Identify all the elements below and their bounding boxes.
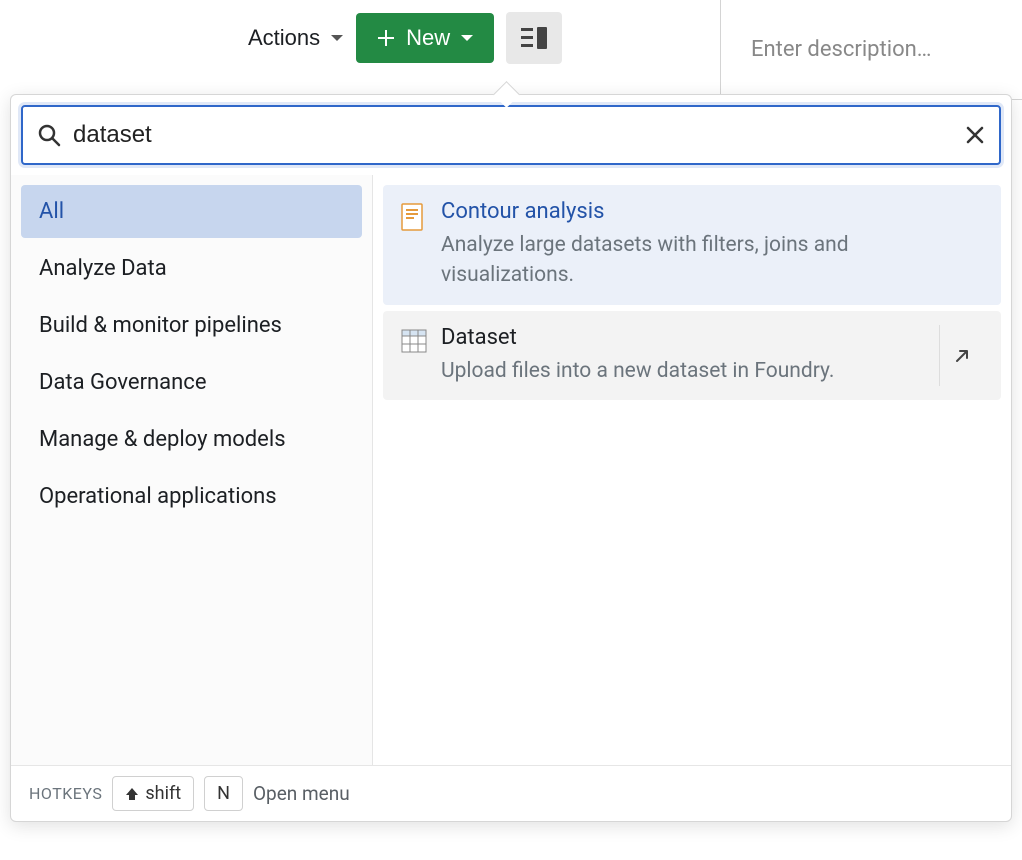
footer-hotkeys: HOTKEYS shift N Open menu [11, 765, 1011, 821]
n-key: N [204, 776, 243, 811]
arrow-up-icon [125, 787, 139, 801]
category-analyze-data[interactable]: Analyze Data [21, 242, 362, 295]
plus-icon [376, 28, 396, 48]
caret-down-icon [330, 33, 344, 43]
table-icon [401, 329, 425, 353]
category-operational-applications[interactable]: Operational applications [21, 470, 362, 523]
panel-layout-toggle[interactable] [506, 12, 562, 64]
category-list: All Analyze Data Build & monitor pipelin… [11, 175, 373, 765]
result-title: Contour analysis [441, 199, 983, 224]
results-list: Contour analysis Analyze large datasets … [373, 175, 1011, 765]
category-data-governance[interactable]: Data Governance [21, 356, 362, 409]
result-description: Analyze large datasets with filters, joi… [441, 230, 983, 291]
open-in-new-button[interactable] [939, 325, 983, 386]
shift-key: shift [112, 776, 194, 811]
new-label: New [406, 25, 450, 51]
document-icon [401, 203, 425, 227]
arrow-up-right-icon [953, 347, 971, 365]
new-menu-popover: All Analyze Data Build & monitor pipelin… [10, 94, 1012, 822]
result-description: Upload files into a new dataset in Found… [441, 356, 923, 386]
close-icon [965, 125, 985, 145]
search-box[interactable] [21, 105, 1001, 165]
result-dataset[interactable]: Dataset Upload files into a new dataset … [383, 311, 1001, 400]
actions-label: Actions [248, 25, 320, 51]
new-button[interactable]: New [356, 13, 494, 63]
panel-layout-icon [521, 26, 547, 50]
hotkeys-label: HOTKEYS [29, 784, 102, 803]
search-icon [37, 123, 61, 147]
result-title: Dataset [441, 325, 923, 350]
clear-search-button[interactable] [965, 125, 985, 145]
category-build-monitor-pipelines[interactable]: Build & monitor pipelines [21, 299, 362, 352]
category-manage-deploy-models[interactable]: Manage & deploy models [21, 413, 362, 466]
result-contour-analysis[interactable]: Contour analysis Analyze large datasets … [383, 185, 1001, 305]
category-all[interactable]: All [21, 185, 362, 238]
caret-down-icon [460, 33, 474, 43]
search-input[interactable] [73, 121, 965, 149]
description-placeholder: Enter description… [751, 37, 932, 62]
description-panel[interactable]: Enter description… [720, 0, 1022, 100]
actions-button[interactable]: Actions [248, 15, 344, 61]
hotkey-hint: Open menu [253, 782, 350, 805]
